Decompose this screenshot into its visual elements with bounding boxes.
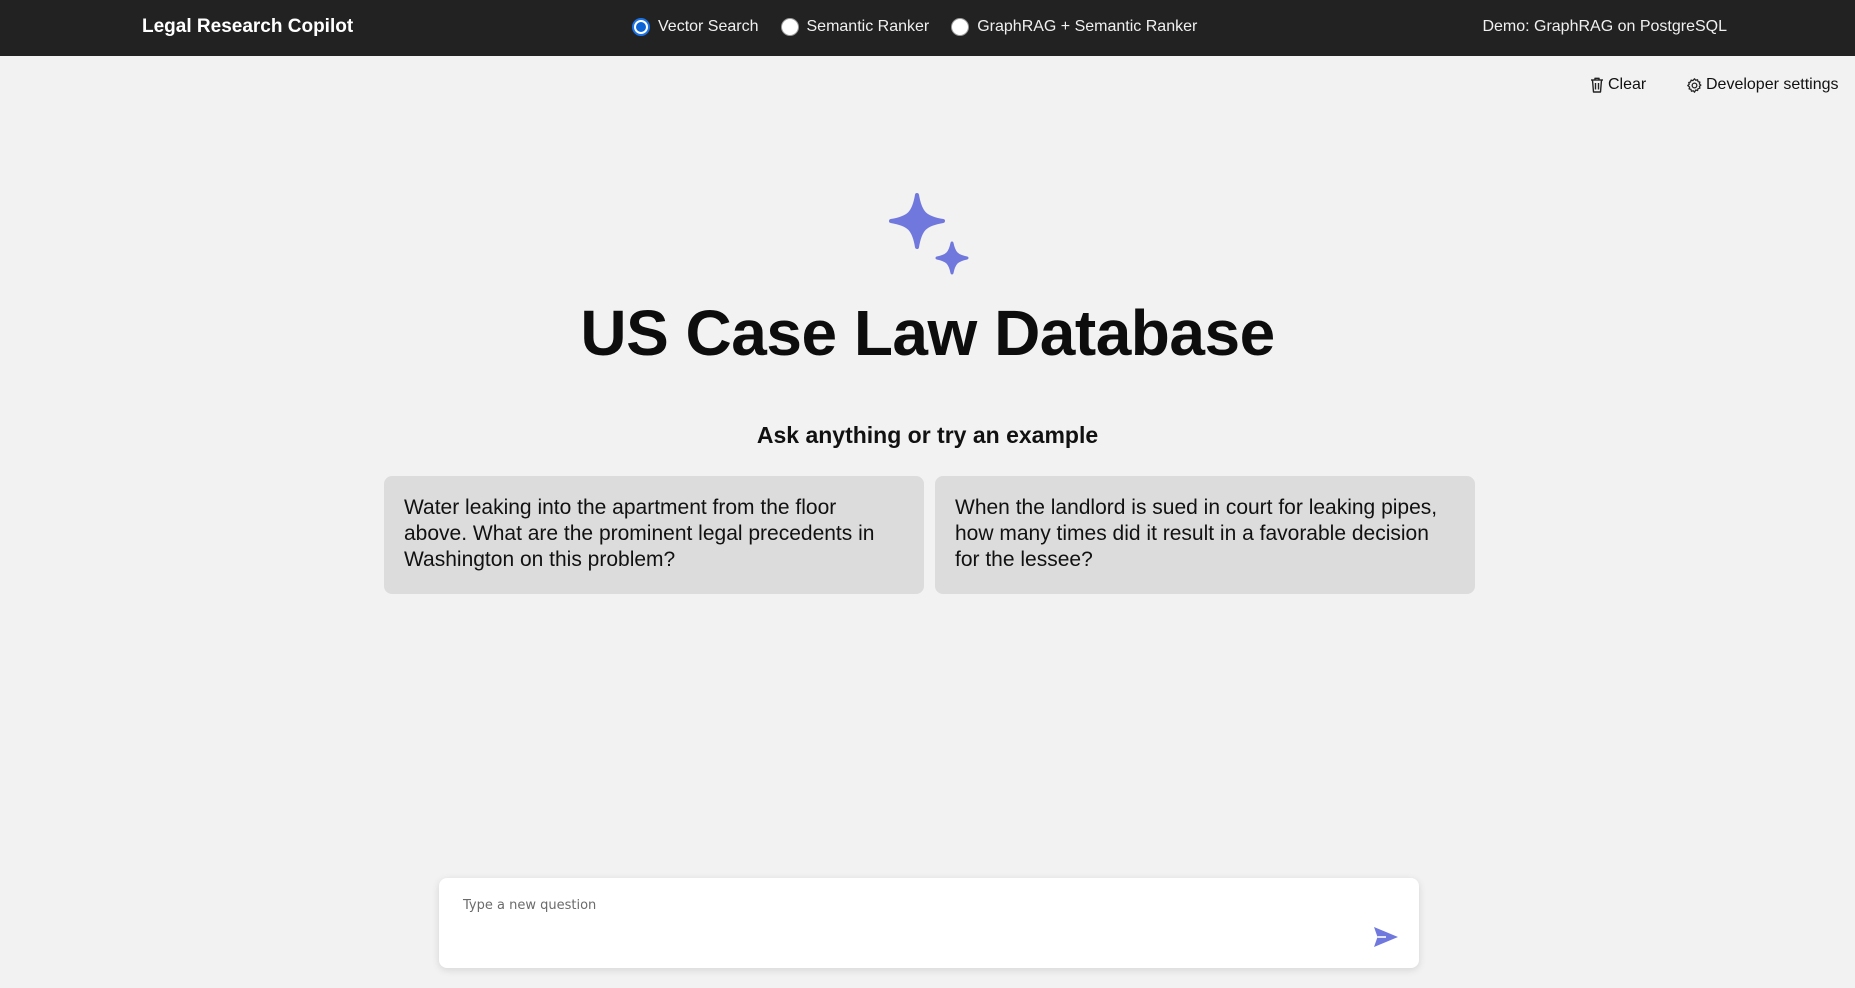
radio-button-selected[interactable] <box>632 18 650 36</box>
mode-option-graphrag-semantic-ranker[interactable]: GraphRAG + Semantic Ranker <box>951 18 1197 36</box>
mode-label: GraphRAG + Semantic Ranker <box>977 18 1198 35</box>
example-questions: Water leaking into the apartment from th… <box>384 476 1475 594</box>
mode-label: Semantic Ranker <box>806 18 930 35</box>
developer-settings-label: Developer settings <box>1706 76 1839 93</box>
mode-option-vector-search[interactable]: Vector Search <box>632 18 759 36</box>
trash-icon <box>1591 77 1603 93</box>
mode-option-semantic-ranker[interactable]: Semantic Ranker <box>780 18 930 36</box>
mode-label: Vector Search <box>658 18 759 35</box>
example-question-card[interactable]: Water leaking into the apartment from th… <box>384 476 924 594</box>
question-input[interactable] <box>461 896 1345 956</box>
example-question-card[interactable]: When the landlord is sued in court for l… <box>935 476 1475 594</box>
gear-icon <box>1687 77 1702 93</box>
send-icon[interactable] <box>1371 922 1401 952</box>
top-bar: Legal Research Copilot Vector Search Sem… <box>0 0 1855 56</box>
developer-settings-button[interactable]: Developer settings <box>1686 76 1839 94</box>
retrieval-mode-radio-group: Vector Search Semantic Ranker GraphRAG +… <box>632 0 1197 54</box>
examples-heading: Ask anything or try an example <box>756 422 1099 448</box>
demo-label: Demo: GraphRAG on PostgreSQL <box>1482 18 1727 35</box>
radio-button[interactable] <box>780 18 799 36</box>
sparkle-icon <box>889 193 969 275</box>
page-title: US Case Law Database <box>580 297 1275 369</box>
clear-button[interactable]: Clear <box>1589 76 1646 94</box>
app-title: Legal Research Copilot <box>142 16 354 37</box>
radio-button[interactable] <box>951 18 970 36</box>
question-composer <box>439 878 1419 968</box>
clear-label: Clear <box>1608 76 1647 93</box>
